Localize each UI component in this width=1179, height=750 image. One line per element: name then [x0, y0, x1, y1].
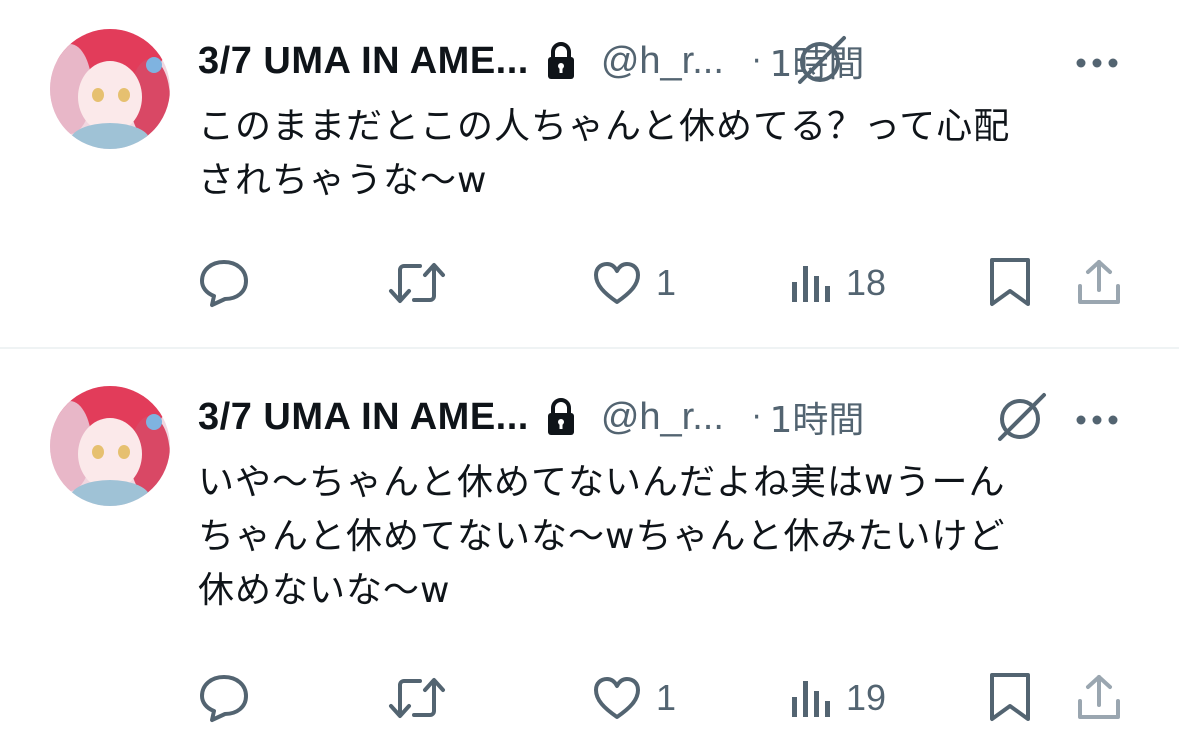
display-name[interactable]: 3/7 UMA IN AME... [198, 396, 529, 439]
share-button[interactable] [1076, 258, 1122, 306]
share-button[interactable] [1076, 673, 1122, 721]
retweet-button[interactable] [388, 260, 460, 306]
like-button[interactable]: 1 [592, 675, 676, 721]
views-icon [792, 266, 830, 302]
retweet-button[interactable] [388, 675, 460, 721]
share-icon [1078, 260, 1120, 304]
avatar[interactable] [50, 29, 170, 149]
like-count: 1 [656, 262, 677, 303]
display-name[interactable]: 3/7 UMA IN AME... [198, 40, 529, 83]
bookmark-button[interactable] [988, 671, 1032, 723]
reply-button[interactable] [198, 258, 264, 308]
lock-icon [545, 397, 577, 437]
grok-icon[interactable] [792, 32, 852, 88]
reply-icon [200, 675, 248, 722]
separator-dot: · [751, 399, 762, 435]
reply-icon [200, 260, 248, 307]
view-count: 18 [846, 262, 887, 303]
bookmark-icon [990, 258, 1030, 306]
retweet-icon [389, 263, 445, 303]
like-icon [594, 677, 640, 719]
more-icon[interactable] [1075, 54, 1119, 68]
views-button[interactable]: 18 [790, 262, 886, 304]
retweet-icon [389, 678, 445, 718]
views-button[interactable]: 19 [790, 677, 886, 719]
tweet[interactable]: 3/7 UMA IN AME... @h_r... · 1時間 このままだとこの… [0, 0, 1179, 348]
separator-dot: · [751, 43, 762, 79]
more-icon[interactable] [1075, 411, 1119, 425]
tweet-text: いや〜ちゃんと休めてないんだよね実はwうーん ちゃんと休めてないな〜wちゃんと休… [198, 462, 1006, 611]
share-icon [1078, 675, 1120, 719]
view-count: 19 [846, 677, 887, 718]
handle[interactable]: @h_r... [601, 396, 724, 439]
bookmark-icon [990, 673, 1030, 721]
bookmark-button[interactable] [988, 256, 1032, 308]
avatar[interactable] [50, 386, 170, 506]
handle[interactable]: @h_r... [601, 40, 724, 83]
like-count: 1 [656, 677, 677, 718]
like-button[interactable]: 1 [592, 260, 676, 306]
timestamp[interactable]: 1時間 [769, 391, 864, 443]
tweet-text: このままだとこの人ちゃんと休めてる？って心配 されちゃうな〜w [198, 106, 1011, 201]
tweet[interactable]: 3/7 UMA IN AME... @h_r... · 1時間 いや〜ちゃんと休… [0, 349, 1179, 750]
reply-button[interactable] [198, 673, 264, 723]
lock-icon [545, 41, 577, 81]
grok-icon[interactable] [992, 389, 1052, 445]
like-icon [594, 262, 640, 304]
views-icon [792, 681, 830, 717]
